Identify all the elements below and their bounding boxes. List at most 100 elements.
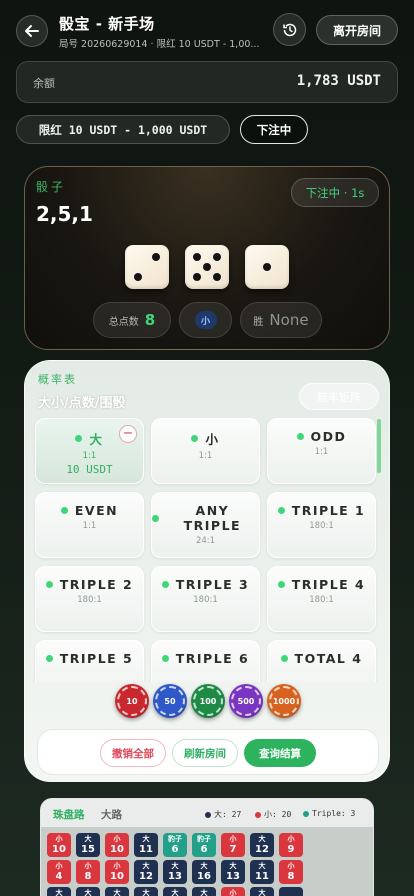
dice-panel: 骰子 2,5,1 下注中 · 1s 总点数 8 小 胜 None xyxy=(24,166,390,350)
bead-road-cell: 小4 xyxy=(47,860,71,884)
bet-odds: 24:1 xyxy=(195,536,216,546)
bet-name: EVEN xyxy=(36,503,143,518)
bead-road-cell: 大 16 xyxy=(192,860,216,884)
road-header: 珠盘路 大路 大: 27 小: 20 Triple: 3 xyxy=(41,799,373,827)
bet-dot xyxy=(161,655,169,662)
chip-500[interactable]: 500 xyxy=(229,684,263,718)
bead-road-cell: 大 xyxy=(134,887,158,896)
arrow-left-icon xyxy=(25,25,39,37)
balance-value: 1,783 USDT xyxy=(296,73,381,89)
bet-cell[interactable]: TRIPLE 2 180:1 xyxy=(35,566,144,632)
dice-label: 骰子 xyxy=(36,180,67,194)
bead-road-cell: 大 11 xyxy=(134,833,158,857)
bet-dot xyxy=(45,581,53,588)
total-points-label: 总点数 xyxy=(108,316,139,328)
bet-name: ODD xyxy=(268,429,375,444)
bead-road-cell: 大 13 xyxy=(163,860,187,884)
bet-dot xyxy=(161,581,169,588)
bet-dot xyxy=(60,507,68,514)
die-pip xyxy=(212,253,221,262)
bead-road-cell xyxy=(279,887,303,896)
chip-10[interactable]: 10 xyxy=(115,684,149,718)
bet-odds: 1:1 xyxy=(82,521,97,531)
die-pip xyxy=(151,253,160,262)
bead-road-grid: 小 10 大 15 小 10 大 11 豹子 6 豹子 6 小 7 大 12 小 9 小 4 小 8 小 10 大 12 大 13 大 1… xyxy=(41,827,373,896)
bet-cell[interactable]: EVEN 1:1 xyxy=(35,492,144,558)
bet-cell[interactable]: TRIPLE 4 180:1 xyxy=(267,566,376,632)
bet-odds: 180:1 xyxy=(309,521,334,531)
bet-cell[interactable]: TRIPLE 3 180:1 xyxy=(151,566,260,632)
tab-big-road[interactable]: 大路 xyxy=(101,807,122,822)
limit-chip: 限红 10 USDT - 1,000 USDT xyxy=(16,115,230,144)
bead-road-cell: 大 15 xyxy=(76,833,100,857)
bet-odds: 1:1 xyxy=(314,447,329,457)
win-label: 胜 xyxy=(253,316,264,328)
bet-cell[interactable]: 大 1:1 10 USDT − xyxy=(35,418,144,484)
cancel-all-button[interactable]: 撤销全部 xyxy=(100,739,166,767)
bet-dot xyxy=(191,435,199,442)
bet-cell[interactable]: ANY TRIPLE 24:1 xyxy=(151,492,260,558)
bet-cell[interactable]: ODD 1:1 xyxy=(267,418,376,484)
bet-dot xyxy=(45,655,53,662)
remove-bet-button[interactable]: − xyxy=(119,425,137,443)
back-button[interactable] xyxy=(16,15,48,47)
win-stat: 胜 None xyxy=(240,302,322,338)
bet-dot xyxy=(280,655,288,662)
history-button[interactable] xyxy=(273,13,306,46)
bet-odds: 1:1 xyxy=(198,451,213,461)
total-points-value: 8 xyxy=(144,311,156,329)
bead-road-cell: 大 xyxy=(76,887,100,896)
odds-matrix-button[interactable]: 赔率矩阵 xyxy=(299,383,379,410)
grid-scrollbar[interactable] xyxy=(377,419,381,473)
bead-road-cell: 小 xyxy=(221,887,245,896)
bet-name: ANY TRIPLE xyxy=(152,503,259,533)
bead-road-cell: 小8 xyxy=(279,860,303,884)
bet-grid: 大 1:1 10 USDT − 小 1:1 ODD 1:1 EVEN 1:1 ANY TRIPLE 2… xyxy=(33,417,379,682)
bet-category-title: 大小/点数/围骰 xyxy=(38,396,126,411)
bet-odds: 180:1 xyxy=(77,595,102,605)
bet-name: TRIPLE 2 xyxy=(36,577,143,592)
bet-name: TRIPLE 5 xyxy=(36,651,143,666)
bead-road-cell: 小 10 xyxy=(47,833,71,857)
die-pip xyxy=(263,263,271,271)
chip-tray: 10 50 100 500 1000 xyxy=(37,683,379,729)
bead-road-cell: 大 xyxy=(163,887,187,896)
chip-100[interactable]: 100 xyxy=(191,684,225,718)
dice-result: 2,5,1 xyxy=(36,202,93,226)
bet-name: 小 xyxy=(152,429,259,448)
bet-cell[interactable]: TRIPLE 1 180:1 xyxy=(267,492,376,558)
bead-road-cell: 大 xyxy=(105,887,129,896)
query-settlement-button[interactable]: 查询结算 xyxy=(244,739,316,767)
bead-road-cell: 小7 xyxy=(221,833,245,857)
leave-room-button[interactable]: 离开房间 xyxy=(316,15,398,45)
tab-bead-road[interactable]: 珠盘路 xyxy=(53,807,85,822)
road-panel: 珠盘路 大路 大: 27 小: 20 Triple: 3 小 10 大 15 小 10 大 1… xyxy=(40,798,374,896)
win-value: None xyxy=(269,311,309,329)
bet-dot xyxy=(277,581,285,588)
bead-road-cell: 大 12 xyxy=(134,860,158,884)
bet-name: TRIPLE 3 xyxy=(152,577,259,592)
die-3 xyxy=(245,245,289,289)
bet-cell[interactable]: TOTAL 4 xyxy=(267,640,376,682)
bet-name: TRIPLE 6 xyxy=(152,651,259,666)
bet-cell[interactable]: TRIPLE 5 xyxy=(35,640,144,682)
bead-road-cell: 大 13 xyxy=(221,860,245,884)
betting-status-button[interactable]: 下注中 xyxy=(240,115,308,144)
legend-big: 大: 27 xyxy=(205,809,241,820)
bet-name: TRIPLE 4 xyxy=(268,577,375,592)
odds-table-label: 概率表 xyxy=(38,373,77,386)
legend-small: 小: 20 xyxy=(255,809,291,820)
chip-1000[interactable]: 1000 xyxy=(267,684,301,718)
bet-cell[interactable]: TRIPLE 6 xyxy=(151,640,260,682)
bet-dot xyxy=(296,433,304,440)
bet-odds: 180:1 xyxy=(193,595,218,605)
bet-dot xyxy=(75,435,83,442)
bet-cell[interactable]: 小 1:1 xyxy=(151,418,260,484)
size-result-stat: 小 xyxy=(179,302,232,338)
bead-road-cell: 豹子 6 xyxy=(192,833,216,857)
betting-countdown: 下注中 · 1s xyxy=(291,178,379,207)
refresh-room-button[interactable]: 刷新房间 xyxy=(172,739,238,767)
chip-50[interactable]: 50 xyxy=(153,684,187,718)
bead-road-cell: 大 11 xyxy=(250,860,274,884)
die-pip xyxy=(134,272,143,281)
